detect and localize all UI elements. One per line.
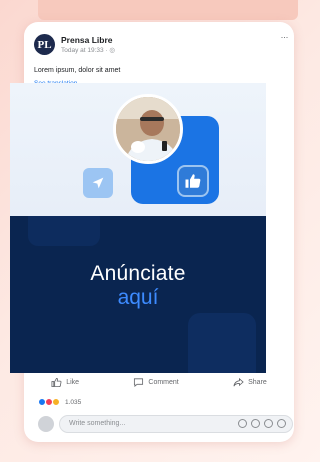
comment-input[interactable]: Write something...: [59, 415, 293, 433]
reactions-summary[interactable]: 1.035: [38, 398, 81, 406]
comment-button[interactable]: Comment: [133, 377, 179, 388]
user-avatar: [38, 416, 54, 432]
comment-icon: [134, 377, 144, 387]
decor-shape: [188, 313, 256, 373]
ad-headline: Anúnciate: [90, 262, 186, 285]
cursor-badge: [83, 168, 113, 198]
haha-reaction-icon: [52, 398, 60, 406]
like-label: Like: [66, 378, 80, 386]
page-name[interactable]: Prensa Libre: [61, 35, 113, 45]
ad-banner: Anúnciate aquí: [10, 216, 266, 373]
cursor-icon: [92, 177, 104, 189]
thumbs-up-icon: [185, 174, 201, 188]
background-shade: [38, 0, 298, 20]
reactions-count: 1.035: [65, 398, 82, 406]
ad-image[interactable]: Anúnciate aquí: [10, 83, 266, 373]
post-timestamp[interactable]: Today at 19:33 · ◎: [61, 46, 115, 54]
comment-composer: Write something...: [38, 415, 296, 433]
share-label: Share: [248, 378, 267, 386]
post-actions: Like Comment Share: [24, 372, 294, 392]
ad-subheadline: aquí: [117, 286, 159, 309]
globe-icon: ◎: [109, 47, 116, 54]
like-button[interactable]: Like: [51, 377, 79, 388]
decor-shape: [28, 216, 100, 246]
ad-illustration: [10, 83, 266, 216]
page-avatar[interactable]: PL: [34, 34, 55, 55]
person-photo: [113, 94, 183, 164]
post-time-text: Today at 19:33 ·: [61, 47, 110, 54]
emoji-icon[interactable]: [238, 419, 247, 428]
more-options-button[interactable]: ···: [281, 32, 289, 42]
camera-icon[interactable]: [251, 419, 260, 428]
post-text: Lorem ipsum, dolor sit amet: [34, 67, 121, 74]
comment-tools: [238, 419, 286, 428]
comment-placeholder: Write something...: [69, 420, 126, 427]
thumbs-up-badge: [177, 165, 209, 197]
gif-icon[interactable]: [264, 419, 273, 428]
share-icon: [233, 377, 244, 386]
comment-label: Comment: [148, 378, 179, 386]
post-header: PL Prensa Libre Today at 19:33 · ◎ ···: [34, 32, 288, 58]
like-icon: [51, 377, 62, 387]
share-button[interactable]: Share: [233, 377, 267, 388]
sticker-icon[interactable]: [277, 419, 286, 428]
